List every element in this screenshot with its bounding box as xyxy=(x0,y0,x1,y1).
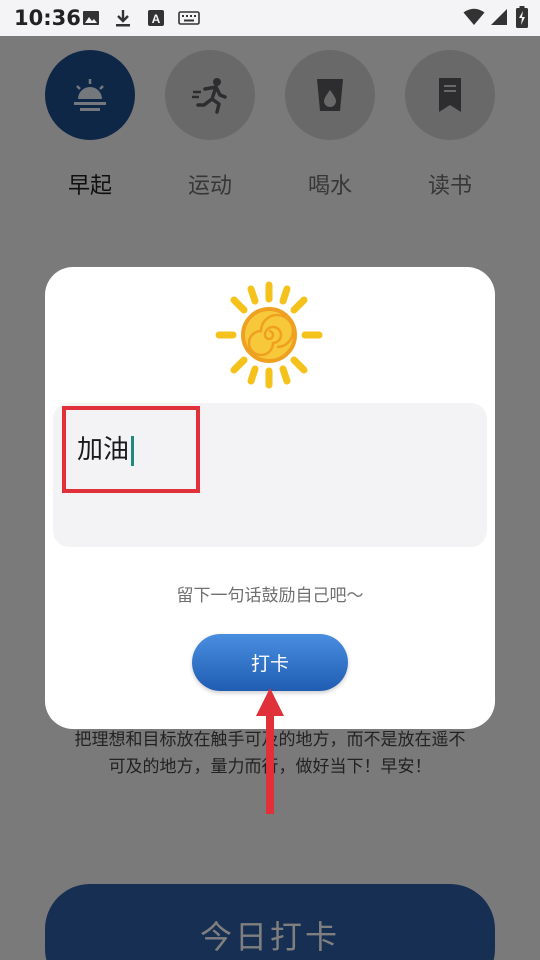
battery-charging-icon xyxy=(516,6,528,28)
annotation-arrow-icon xyxy=(256,688,284,814)
keyboard-icon xyxy=(178,11,200,25)
checkin-dialog: 加油 留下一句话鼓励自己吧～ 打卡 xyxy=(45,267,495,729)
status-time: 10:36 xyxy=(14,6,81,30)
punch-card-button[interactable]: 打卡 xyxy=(192,634,348,691)
svg-text:A: A xyxy=(152,12,161,26)
download-icon xyxy=(116,10,130,27)
punch-card-label: 打卡 xyxy=(250,653,289,675)
wifi-icon xyxy=(463,8,485,25)
input-hint: 留下一句话鼓励自己吧～ xyxy=(176,586,364,606)
image-icon xyxy=(83,11,99,25)
status-bar: 10:36 A xyxy=(0,0,540,36)
sun-icon xyxy=(215,281,323,389)
signal-icon xyxy=(491,9,507,25)
annotation-highlight-box xyxy=(62,406,200,493)
text-a-icon: A xyxy=(148,10,164,26)
screen: 10:36 A 加油 留下一句话鼓励自己吧～ 打卡 xyxy=(0,0,540,960)
